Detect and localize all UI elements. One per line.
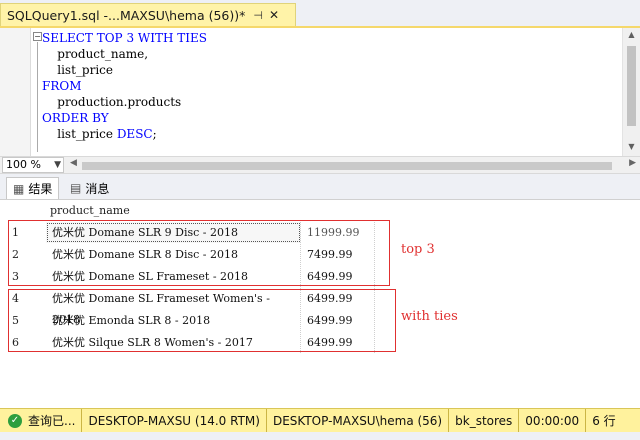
tab-results-label: 结果 — [28, 182, 53, 196]
scroll-up-icon[interactable]: ▲ — [623, 30, 640, 39]
collapse-icon[interactable]: − — [33, 32, 42, 41]
zoom-select[interactable]: 100 % ▼ — [2, 157, 64, 173]
tab-messages[interactable]: ▤ 消息 — [64, 177, 115, 199]
window-bottom-edge — [0, 432, 640, 440]
sql-text: product_name, — [42, 47, 149, 61]
top3-highlight-box — [8, 220, 390, 286]
sql-text: production.products — [42, 95, 182, 109]
scrollbar-thumb[interactable] — [627, 46, 636, 126]
code-line[interactable]: production.products — [42, 94, 207, 110]
row-count: 6 行 — [585, 408, 621, 433]
zoom-bar: 100 % ▼ ◀ ▶ — [0, 156, 640, 174]
tab-results[interactable]: ▦ 结果 — [6, 177, 60, 199]
query-status: 查询已... — [28, 413, 76, 428]
document-tab[interactable]: SQLQuery1.sql -...MAXSU\hema (56))* ⊣ ✕ — [0, 3, 296, 26]
top3-note: top 3 — [401, 242, 435, 257]
sql-text: list_price — [42, 127, 117, 141]
with-ties-highlight-box — [8, 289, 396, 352]
fold-guide — [37, 42, 38, 152]
sql-keyword: ORDER BY — [42, 111, 109, 125]
sql-text: ; — [152, 127, 157, 141]
status-bar: ✓ 查询已... DESKTOP-MAXSU (14.0 RTM) DESKTO… — [0, 408, 640, 433]
sql-text: list_price — [42, 63, 113, 77]
database-name: bk_stores — [448, 408, 518, 433]
code-line[interactable]: product_name, — [42, 46, 207, 62]
with-ties-note: with ties — [401, 309, 458, 324]
user-name: DESKTOP-MAXSU\hema (56) — [265, 408, 448, 433]
sql-code[interactable]: SELECT TOP 3 WITH TIES product_name, lis… — [42, 30, 207, 142]
scroll-down-icon[interactable]: ▼ — [623, 142, 640, 151]
code-line[interactable]: SELECT TOP 3 WITH TIES — [42, 30, 207, 46]
code-line[interactable]: list_price DESC; — [42, 126, 207, 142]
column-header-product-name[interactable]: product_name — [50, 204, 130, 217]
chevron-down-icon[interactable]: ▼ — [54, 158, 61, 172]
scroll-right-icon[interactable]: ▶ — [629, 158, 636, 168]
scroll-left-icon[interactable]: ◀ — [70, 158, 77, 168]
editor-horizontal-scrollbar[interactable]: ◀ ▶ — [68, 158, 640, 173]
editor-gutter — [0, 28, 31, 156]
query-editor[interactable]: − SELECT TOP 3 WITH TIES product_name, l… — [0, 26, 640, 156]
check-icon: ✓ — [8, 413, 22, 428]
code-line[interactable]: list_price — [42, 62, 207, 78]
sql-keyword: DESC — [116, 127, 153, 141]
editor-vertical-scrollbar[interactable]: ▲ ▼ — [622, 28, 640, 156]
results-grid[interactable]: product_name 1 优米优 Domane SLR 9 Disc - 20… — [0, 199, 640, 409]
sql-keyword: SELECT TOP 3 WITH TIES — [42, 31, 207, 45]
sql-keyword: FROM — [42, 79, 82, 93]
tab-messages-label: 消息 — [85, 181, 110, 196]
messages-icon: ▤ — [70, 181, 82, 195]
code-line[interactable]: FROM — [42, 78, 207, 94]
zoom-value: 100 % — [6, 158, 41, 171]
horizontal-scrollbar-thumb[interactable] — [82, 162, 612, 170]
results-tabs: ▦ 结果 ▤ 消息 — [0, 175, 640, 199]
document-tab-bar: SQLQuery1.sql -...MAXSU\hema (56))* ⊣ ✕ — [0, 0, 640, 26]
code-line[interactable]: ORDER BY — [42, 110, 207, 126]
grid-icon: ▦ — [13, 181, 25, 196]
document-tab-title: SQLQuery1.sql -...MAXSU\hema (56))* — [7, 7, 246, 23]
elapsed-time: 00:00:00 — [518, 408, 585, 433]
server-name: DESKTOP-MAXSU (14.0 RTM) — [81, 408, 266, 433]
close-icon[interactable]: ✕ — [269, 8, 279, 22]
pin-icon[interactable]: ⊣ — [253, 9, 263, 22]
